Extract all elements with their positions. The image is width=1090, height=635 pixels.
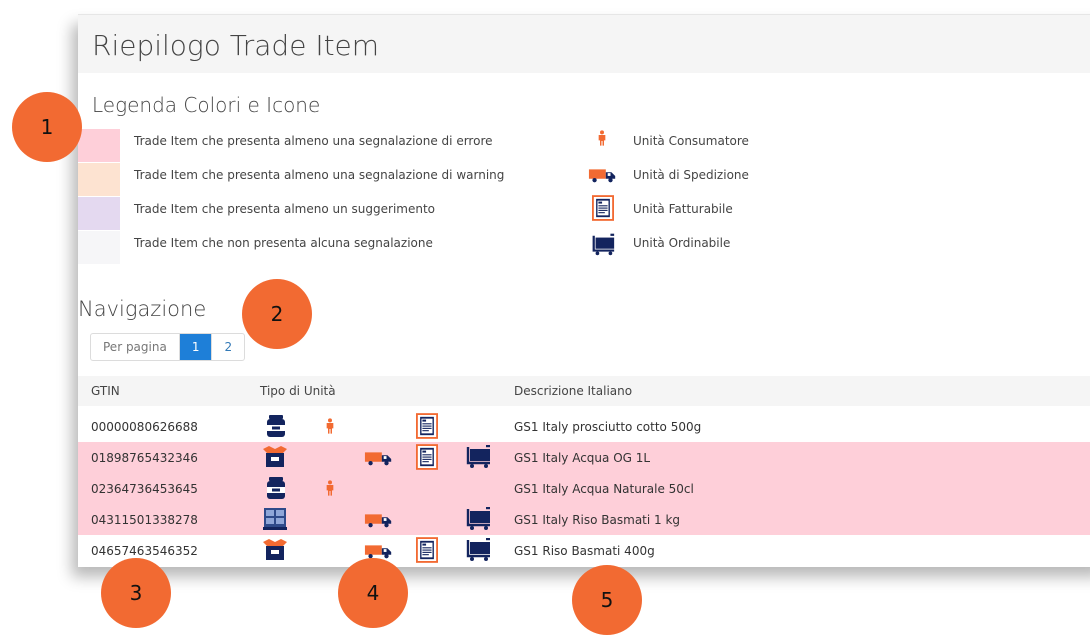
trade-item-summary-panel: Riepilogo Trade Item Legenda Colori e Ic… [78,14,1090,567]
description-cell: GS1 Italy Riso Basmati 1 kg [514,513,681,527]
invoice-icon [592,195,614,221]
table-row[interactable]: 01898765432346 GS1 Italy Acqua OG 1L [78,442,1090,474]
invoice-icon [416,444,438,470]
column-header-unit-type[interactable]: Tipo di Unità [260,384,336,398]
per-page-label: Per pagina [91,334,180,360]
callout-badge-2: 2 [242,279,312,349]
truck-icon [588,165,618,185]
truck-icon [364,448,394,468]
jar-icon [264,476,288,500]
column-header-description[interactable]: Descrizione Italiano [514,384,632,398]
table-row[interactable]: 04311501338278 GS1 Italy Riso Basmati 1 … [78,504,1090,536]
callout-badge-4: 4 [338,558,408,628]
invoice-icon [416,413,438,439]
cart-icon [464,445,492,469]
legend-label-order-unit: Unità Ordinabile [633,236,731,250]
legend-label-error: Trade Item che presenta almeno una segna… [134,134,493,148]
page-title: Riepilogo Trade Item [92,29,380,62]
cart-icon [464,507,492,531]
open-box-icon [262,445,288,469]
legend-title: Legenda Colori e Icone [92,93,321,117]
legend-label-consumer-unit: Unità Consumatore [633,134,749,148]
person-icon [322,414,338,438]
open-box-icon [262,538,288,562]
callout-badge-3: 3 [101,558,171,628]
jar-icon [264,414,288,438]
table-header: GTIN Tipo di Unità Descrizione Italiano [78,376,1090,406]
invoice-icon [416,537,438,563]
navigation-title: Navigazione [78,297,207,321]
callout-badge-5: 5 [572,565,642,635]
description-cell: GS1 Riso Basmati 400g [514,544,655,558]
gtin-cell: 00000080626688 [91,420,198,434]
pagination: Per pagina 1 2 [90,333,246,361]
callout-badge-1: 1 [12,92,82,162]
legend-swatch-none [78,231,120,264]
legend-swatch-warning [78,163,120,196]
legend-swatch-error [78,129,120,162]
gtin-cell: 04311501338278 [91,513,198,527]
cart-icon [464,538,492,562]
gtin-cell: 04657463546352 [91,544,198,558]
gtin-cell: 01898765432346 [91,451,198,465]
legend-label-suggestion: Trade Item che presenta almeno un sugger… [134,202,435,216]
person-icon [322,476,338,500]
legend-label-warning: Trade Item che presenta almeno una segna… [134,168,505,182]
page-button-2[interactable]: 2 [212,334,244,360]
gtin-cell: 02364736453645 [91,482,198,496]
page-button-1[interactable]: 1 [179,334,213,360]
person-icon [594,125,610,151]
table-row[interactable]: 02364736453645 GS1 Italy Acqua Naturale … [78,473,1090,505]
cart-icon [590,233,616,257]
description-cell: GS1 Italy Acqua OG 1L [514,451,651,465]
pallet-icon [262,507,288,531]
truck-icon [364,510,394,530]
legend-label-invoice-unit: Unità Fatturabile [633,202,733,216]
column-header-gtin[interactable]: GTIN [91,384,120,398]
legend-swatch-suggestion [78,197,120,230]
legend-label-none: Trade Item che non presenta alcuna segna… [134,236,433,250]
table-row[interactable]: 00000080626688 GS1 Italy prosciutto cott… [78,411,1090,442]
description-cell: GS1 Italy Acqua Naturale 50cl [514,482,694,496]
title-bar: Riepilogo Trade Item [78,15,1090,73]
legend-label-shipping-unit: Unità di Spedizione [633,168,749,182]
table-row[interactable]: 04657463546352 GS1 Riso Basmati 400g [78,535,1090,566]
description-cell: GS1 Italy prosciutto cotto 500g [514,420,702,434]
